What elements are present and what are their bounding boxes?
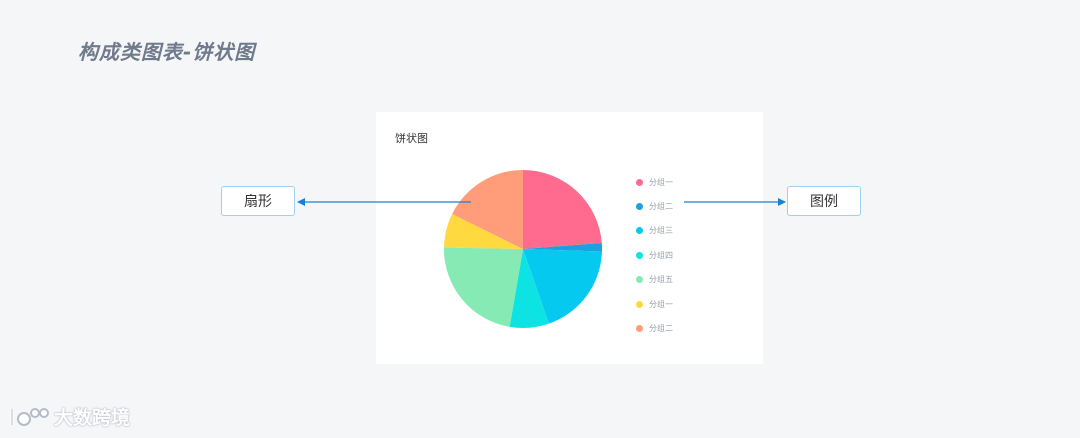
annotation-arrows: [297, 198, 786, 206]
legend-callout: 图例: [787, 186, 861, 216]
watermark-logo-icon: [10, 407, 49, 426]
watermark: 大数跨境: [8, 403, 130, 430]
sector-callout: 扇形: [221, 186, 295, 216]
watermark-text: 大数跨境: [54, 407, 131, 429]
